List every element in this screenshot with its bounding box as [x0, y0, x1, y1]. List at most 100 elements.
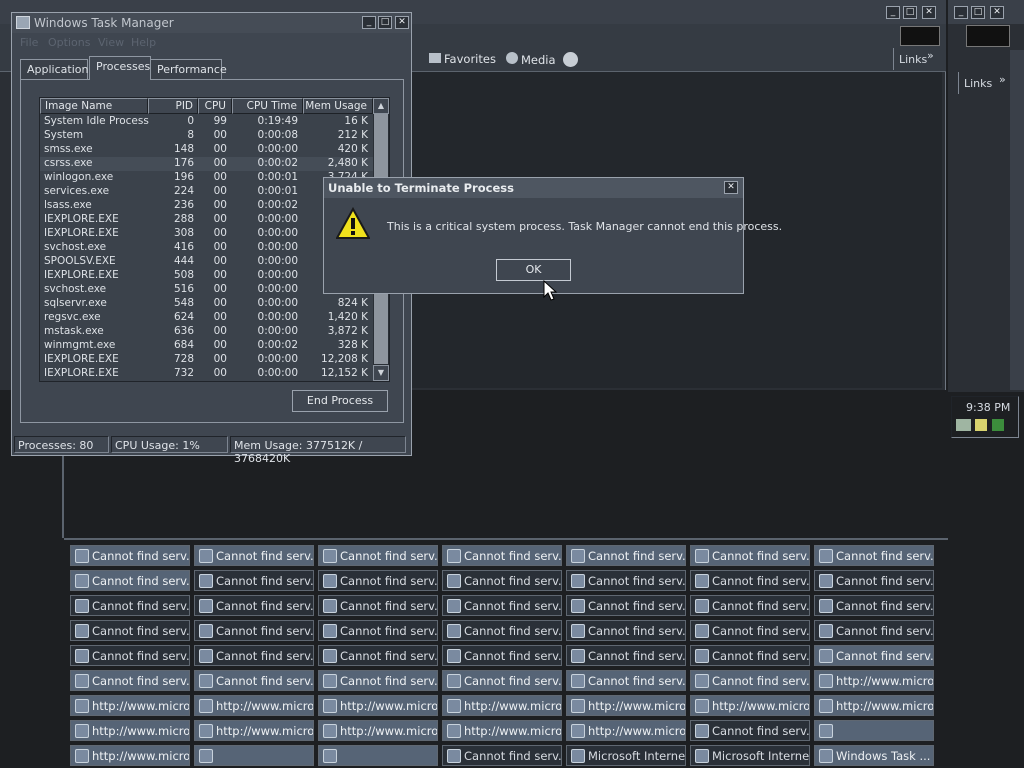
- media-button[interactable]: Media: [506, 52, 556, 67]
- taskbar-button[interactable]: Cannot find serv...: [690, 645, 810, 666]
- taskbar-button[interactable]: Cannot find serv...: [690, 670, 810, 691]
- process-row[interactable]: regsvc.exe 624 00 0:00:00 1,420 K: [40, 311, 373, 325]
- process-row[interactable]: IEXPLORE.EXE 728 00 0:00:00 12,208 K: [40, 353, 373, 367]
- clock[interactable]: 9:38 PM: [966, 401, 1010, 414]
- taskbar-button[interactable]: Cannot find serv...: [566, 670, 686, 691]
- taskbar-button[interactable]: [318, 745, 438, 766]
- taskbar-button[interactable]: Cannot find serv...: [318, 670, 438, 691]
- taskbar-button[interactable]: http://www.micro...: [194, 720, 314, 741]
- menu-help[interactable]: Help: [131, 36, 156, 49]
- resize-grip-icon[interactable]: [400, 441, 410, 451]
- taskbar-button[interactable]: http://www.micro...: [814, 670, 934, 691]
- taskbar-button[interactable]: Cannot find serv...: [442, 570, 562, 591]
- scroll-up-arrow-icon[interactable]: ▲: [373, 98, 389, 114]
- taskbar-button[interactable]: Cannot find serv...: [814, 545, 934, 566]
- taskbar-button[interactable]: Cannot find serv...: [194, 545, 314, 566]
- taskbar-button[interactable]: Cannot find serv...: [690, 720, 810, 741]
- taskbar-button[interactable]: Cannot find serv...: [814, 645, 934, 666]
- taskbar-button[interactable]: Cannot find serv...: [318, 570, 438, 591]
- taskbar-button[interactable]: Cannot find serv...: [442, 670, 562, 691]
- taskbar-button[interactable]: http://www.micro...: [690, 695, 810, 716]
- taskbar-button[interactable]: http://www.micro...: [194, 695, 314, 716]
- taskbar-button[interactable]: Cannot find serv...: [70, 645, 190, 666]
- minimize-button[interactable]: _: [954, 6, 968, 19]
- taskbar-button[interactable]: Cannot find serv...: [566, 570, 686, 591]
- tab-processes[interactable]: Processes: [89, 56, 151, 80]
- taskbar-button[interactable]: Cannot find serv...: [194, 570, 314, 591]
- column-header-mem-usage[interactable]: Mem Usage: [303, 98, 373, 114]
- taskbar-button[interactable]: Cannot find serv...: [318, 620, 438, 641]
- taskbar-button[interactable]: Cannot find serv...: [690, 595, 810, 616]
- taskbar-button[interactable]: Cannot find serv...: [194, 670, 314, 691]
- process-row[interactable]: IEXPLORE.EXE 732 00 0:00:00 12,152 K: [40, 367, 373, 381]
- taskbar-button[interactable]: Cannot find serv...: [814, 620, 934, 641]
- app-tray-icon[interactable]: [992, 419, 1004, 431]
- taskbar-button[interactable]: Cannot find serv...: [442, 595, 562, 616]
- menu-options[interactable]: Options: [48, 36, 90, 49]
- taskbar-button[interactable]: http://www.micro...: [566, 720, 686, 741]
- taskbar-button[interactable]: http://www.micro...: [318, 695, 438, 716]
- taskbar-button[interactable]: Cannot find serv...: [70, 670, 190, 691]
- maximize-button[interactable]: □: [378, 16, 392, 29]
- maximize-button[interactable]: □: [903, 6, 917, 19]
- taskbar-button[interactable]: Cannot find serv...: [442, 620, 562, 641]
- task-manager-titlebar[interactable]: Windows Task Manager _ □ ✕: [12, 13, 411, 33]
- taskbar-button[interactable]: Cannot find serv...: [70, 620, 190, 641]
- process-row[interactable]: smss.exe 148 00 0:00:00 420 K: [40, 143, 373, 157]
- vertical-scrollbar[interactable]: [1010, 50, 1024, 390]
- taskbar-button[interactable]: Cannot find serv...: [690, 620, 810, 641]
- process-row[interactable]: csrss.exe 176 00 0:00:02 2,480 K: [40, 157, 373, 171]
- taskbar-button[interactable]: Microsoft Interne...: [566, 745, 686, 766]
- column-header-image-name[interactable]: Image Name: [40, 98, 148, 114]
- column-header-cpu[interactable]: CPU: [198, 98, 232, 114]
- taskbar-button[interactable]: http://www.micro...: [70, 695, 190, 716]
- taskbar-button[interactable]: Cannot find serv...: [814, 595, 934, 616]
- taskbar-button[interactable]: http://www.micro...: [442, 695, 562, 716]
- taskbar-button[interactable]: Cannot find serv...: [194, 620, 314, 641]
- tab-performance[interactable]: Performance: [150, 59, 227, 79]
- taskbar-button[interactable]: Cannot find serv...: [690, 545, 810, 566]
- scroll-down-arrow-icon[interactable]: ▼: [373, 365, 389, 381]
- column-header-cpu-time[interactable]: CPU Time: [232, 98, 303, 114]
- taskbar-button[interactable]: Cannot find serv...: [70, 570, 190, 591]
- taskbar-button[interactable]: Cannot find serv...: [566, 620, 686, 641]
- taskbar-button[interactable]: Cannot find serv...: [566, 595, 686, 616]
- taskbar-button[interactable]: Cannot find serv...: [318, 595, 438, 616]
- taskbar-button[interactable]: Cannot find serv...: [442, 545, 562, 566]
- search-icon[interactable]: [975, 419, 987, 431]
- close-button[interactable]: ✕: [990, 6, 1004, 19]
- taskbar-button[interactable]: Cannot find serv...: [442, 645, 562, 666]
- taskbar-button[interactable]: http://www.micro...: [70, 745, 190, 766]
- process-row[interactable]: System Idle Process 0 99 0:19:49 16 K: [40, 115, 373, 129]
- taskbar-button[interactable]: Cannot find serv...: [194, 595, 314, 616]
- process-row[interactable]: winmgmt.exe 684 00 0:00:02 328 K: [40, 339, 373, 353]
- dialog-close-button[interactable]: ✕: [724, 181, 738, 194]
- taskbar-button[interactable]: Cannot find serv...: [442, 745, 562, 766]
- ok-button[interactable]: OK: [496, 259, 571, 281]
- taskbar-button[interactable]: Cannot find serv...: [70, 595, 190, 616]
- tab-applications[interactable]: Applications: [20, 59, 94, 79]
- taskbar-button[interactable]: http://www.micro...: [566, 695, 686, 716]
- favorites-button[interactable]: Favorites: [429, 52, 496, 66]
- process-row[interactable]: mstask.exe 636 00 0:00:00 3,872 K: [40, 325, 373, 339]
- maximize-button[interactable]: □: [971, 6, 985, 19]
- taskbar-button[interactable]: Cannot find serv...: [318, 645, 438, 666]
- taskbar-button[interactable]: [814, 720, 934, 741]
- dialog-titlebar[interactable]: Unable to Terminate Process ✕: [324, 178, 743, 198]
- taskbar-button[interactable]: Cannot find serv...: [814, 570, 934, 591]
- taskbar-button[interactable]: Cannot find serv...: [690, 570, 810, 591]
- links-toolbar[interactable]: Links »: [958, 72, 1010, 94]
- taskbar-button[interactable]: Microsoft Interne...: [690, 745, 810, 766]
- menu-view[interactable]: View: [98, 36, 124, 49]
- process-row[interactable]: sqlservr.exe 548 00 0:00:00 824 K: [40, 297, 373, 311]
- taskbar-button[interactable]: Windows Task ...: [814, 745, 934, 766]
- end-process-button[interactable]: End Process: [292, 390, 388, 412]
- taskbar-button[interactable]: Cannot find serv...: [566, 645, 686, 666]
- taskbar-button[interactable]: Cannot find serv...: [70, 545, 190, 566]
- minimize-button[interactable]: _: [886, 6, 900, 19]
- history-icon[interactable]: [563, 52, 578, 67]
- taskbar-button[interactable]: http://www.micro...: [442, 720, 562, 741]
- taskbar-button[interactable]: [194, 745, 314, 766]
- taskbar-button[interactable]: Cannot find serv...: [194, 645, 314, 666]
- network-icon[interactable]: [956, 419, 971, 431]
